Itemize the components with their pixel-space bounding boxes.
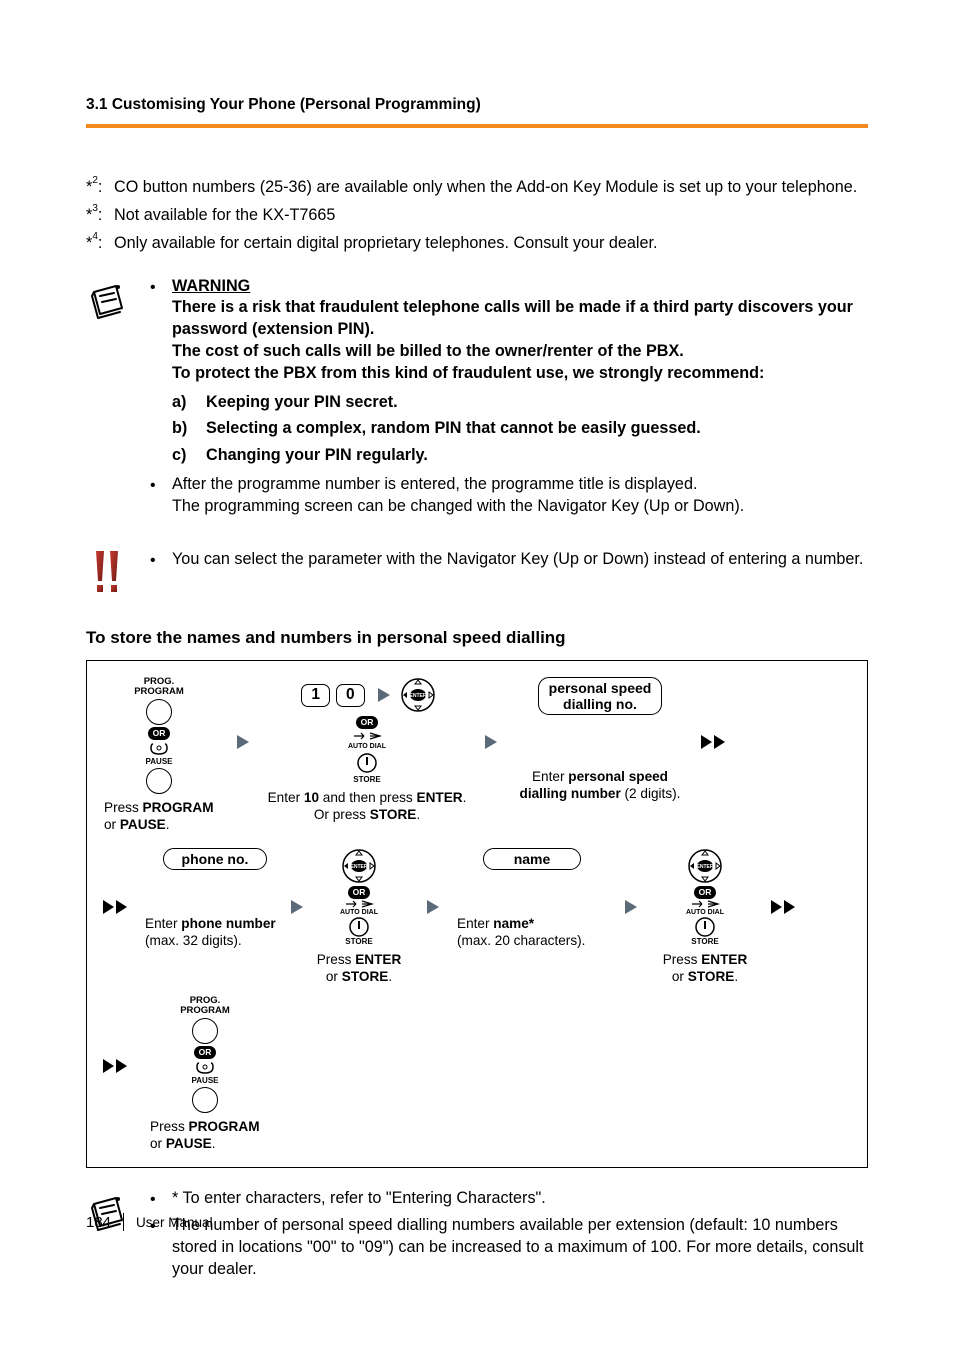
svg-text:ENTER: ENTER bbox=[697, 864, 714, 870]
subheading: To store the names and numbers in person… bbox=[86, 628, 868, 648]
header-rule bbox=[86, 124, 868, 128]
tip-block: • You can select the parameter with the … bbox=[86, 549, 868, 606]
svg-text:ENTER: ENTER bbox=[351, 864, 368, 870]
bottom-note: •* To enter characters, refer to "Enteri… bbox=[86, 1188, 868, 1284]
svg-text:ENTER: ENTER bbox=[409, 693, 426, 699]
flow-diagram: PROG. PROGRAM OR PAUSE Press PROGRAM or … bbox=[86, 660, 868, 1168]
note-icon bbox=[86, 276, 132, 327]
footnotes: *2: CO button numbers (25-36) are availa… bbox=[86, 174, 868, 258]
section-header: 3.1 Customising Your Phone (Personal Pro… bbox=[86, 96, 868, 114]
exclamation-icon bbox=[86, 549, 132, 606]
page-footer: 184 User Manual bbox=[86, 1213, 213, 1231]
warning-block: • WARNING There is a risk that fraudulen… bbox=[86, 276, 868, 521]
